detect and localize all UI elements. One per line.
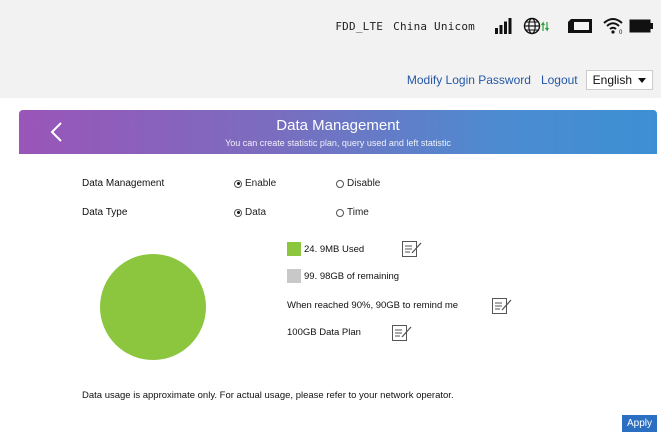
network-type: FDD_LTE (335, 19, 384, 33)
data-management-label: Data Management (82, 178, 165, 189)
remind-text: When reached 90%, 90GB to remind me (287, 300, 459, 311)
internet-globe-icon (523, 17, 551, 35)
sim-card-icon (567, 18, 593, 34)
page-header-banner: Data Management You can create statistic… (19, 110, 657, 154)
remaining-legend: 99. 98GB of remaining (287, 269, 399, 283)
edit-remind-icon[interactable] (492, 298, 512, 319)
remaining-swatch (287, 269, 301, 283)
data-type-label: Data Type (82, 207, 128, 218)
data-radio[interactable]: Data (234, 207, 266, 218)
time-radio[interactable]: Time (336, 207, 369, 218)
used-swatch (287, 242, 301, 256)
enable-label: Enable (245, 178, 277, 189)
used-text: 24. 9MB Used (304, 243, 365, 255)
signal-icon (495, 18, 513, 34)
svg-text:0: 0 (619, 30, 623, 35)
usage-disclaimer: Data usage is approximate only. For actu… (82, 390, 454, 401)
edit-used-icon[interactable] (402, 241, 422, 262)
plan-text: 100GB Data Plan (287, 327, 361, 338)
apply-button[interactable]: Apply (621, 415, 657, 432)
top-bar: FDD_LTE China Unicom 0 Modify Login Pass… (0, 0, 661, 98)
remind-setting: When reached 90%, 90GB to remind me (287, 300, 458, 311)
edit-plan-icon[interactable] (392, 325, 412, 346)
operator-name: China Unicom (393, 19, 475, 33)
header-links: Modify Login Password Logout English (397, 70, 653, 90)
battery-icon (629, 19, 653, 33)
disable-radio[interactable]: Disable (336, 178, 380, 189)
page-subtitle: You can create statistic plan, query use… (225, 138, 451, 148)
used-legend: 24. 9MB Used (287, 242, 364, 256)
language-select[interactable]: English (585, 70, 653, 90)
logout-link[interactable]: Logout (541, 73, 578, 87)
language-value: English (592, 73, 632, 87)
disable-label: Disable (347, 178, 381, 189)
radio-unchecked-icon (336, 179, 344, 188)
data-option-label: Data (245, 207, 267, 218)
radio-unchecked-icon (336, 208, 344, 217)
usage-pie-chart (100, 254, 206, 360)
data-plan: 100GB Data Plan (287, 327, 361, 338)
wifi-icon: 0 (603, 17, 625, 35)
chevron-down-icon (638, 77, 646, 83)
modify-password-link[interactable]: Modify Login Password (407, 73, 531, 87)
page-title: Data Management (276, 117, 400, 134)
radio-checked-icon (234, 208, 242, 217)
enable-radio[interactable]: Enable (234, 178, 276, 189)
radio-checked-icon (234, 179, 242, 188)
remaining-text: 99. 98GB of remaining (304, 270, 400, 282)
time-option-label: Time (347, 207, 369, 218)
status-bar: FDD_LTE China Unicom 0 (335, 16, 653, 36)
